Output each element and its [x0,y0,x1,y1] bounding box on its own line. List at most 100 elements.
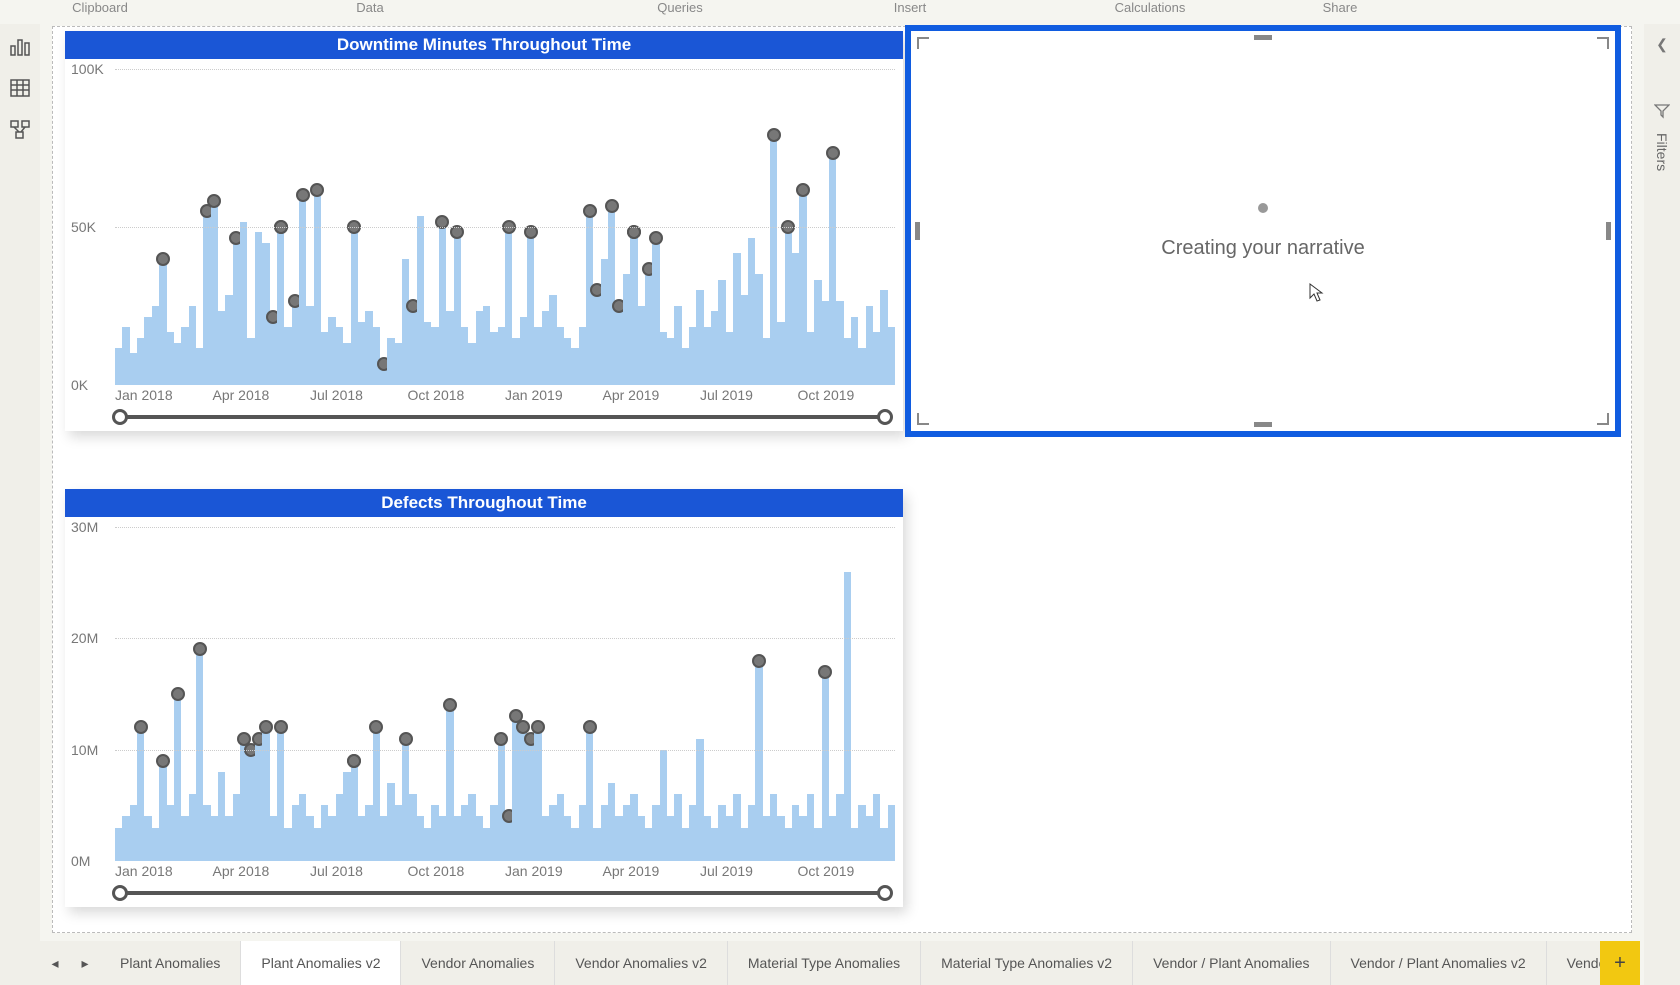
tabs-scroll-left-button[interactable]: ◂ [40,941,70,985]
page-tab[interactable]: Material Type Anomalies [728,941,921,985]
data-bar[interactable] [292,301,299,385]
data-bar[interactable] [880,828,887,861]
data-bar[interactable] [836,301,843,385]
time-range-slider[interactable] [120,415,885,419]
data-bar[interactable] [233,238,240,385]
data-bar[interactable] [284,327,291,385]
data-bar[interactable] [807,794,814,861]
data-bar[interactable] [284,828,291,861]
data-bar[interactable] [454,232,461,385]
data-bar[interactable] [866,816,873,861]
anomaly-marker-icon[interactable] [171,687,185,701]
data-bar[interactable] [196,649,203,861]
data-bar[interactable] [218,772,225,861]
data-bar[interactable] [270,317,277,385]
data-bar[interactable] [851,317,858,385]
data-bar[interactable] [652,238,659,385]
data-bar[interactable] [203,211,210,385]
data-bar[interactable] [527,739,534,861]
tabs-scroll-right-button[interactable]: ▸ [70,941,100,985]
anomaly-marker-icon[interactable] [369,720,383,734]
data-bar[interactable] [483,306,490,385]
anomaly-marker-icon[interactable] [399,732,413,746]
data-bar[interactable] [586,727,593,861]
data-bar[interactable] [880,290,887,385]
data-bar[interactable] [777,322,784,385]
anomaly-marker-icon[interactable] [531,720,545,734]
add-page-button[interactable]: + [1600,941,1640,985]
data-bar[interactable] [159,259,166,385]
data-bar[interactable] [873,794,880,861]
anomaly-marker-icon[interactable] [296,188,310,202]
data-bar[interactable] [755,661,762,861]
slider-handle-right[interactable] [877,409,893,425]
data-bar[interactable] [270,816,277,861]
data-bar[interactable] [645,828,652,861]
page-tab[interactable]: Vendor Anomalies [401,941,555,985]
anomaly-marker-icon[interactable] [310,183,324,197]
data-bar[interactable] [328,317,335,385]
data-bar[interactable] [763,816,770,861]
data-bar[interactable] [638,306,645,385]
report-canvas[interactable]: Downtime Minutes Throughout Time Jan 201… [52,26,1632,933]
data-view-icon[interactable] [8,76,32,100]
data-bar[interactable] [829,153,836,385]
data-bar[interactable] [718,280,725,385]
data-bar[interactable] [321,332,328,385]
data-bar[interactable] [476,311,483,385]
slider-handle-left[interactable] [112,409,128,425]
anomaly-marker-icon[interactable] [583,720,597,734]
data-bar[interactable] [623,805,630,861]
resize-handle-bl[interactable] [917,413,929,425]
data-bar[interactable] [336,794,343,861]
data-bar[interactable] [689,327,696,385]
data-bar[interactable] [314,828,321,861]
data-bar[interactable] [844,572,851,861]
data-bar[interactable] [814,828,821,861]
data-bar[interactable] [159,761,166,861]
anomaly-marker-icon[interactable] [649,231,663,245]
data-bar[interactable] [608,206,615,385]
data-bar[interactable] [387,783,394,861]
data-bar[interactable] [468,794,475,861]
anomaly-marker-icon[interactable] [156,252,170,266]
data-bar[interactable] [321,805,328,861]
page-tab[interactable]: Material Type Anomalies v2 [921,941,1133,985]
data-bar[interactable] [233,794,240,861]
data-bar[interactable] [733,794,740,861]
data-bar[interactable] [557,327,564,385]
data-bar[interactable] [785,828,792,861]
data-bar[interactable] [711,311,718,385]
data-bar[interactable] [122,816,129,861]
data-bar[interactable] [431,805,438,861]
data-bar[interactable] [490,805,497,861]
data-bar[interactable] [402,739,409,861]
data-bar[interactable] [586,211,593,385]
data-bar[interactable] [674,306,681,385]
data-bar[interactable] [814,280,821,385]
chevron-left-icon[interactable]: ❮ [1656,36,1668,53]
data-bar[interactable] [770,135,777,385]
data-bar[interactable] [306,816,313,861]
data-bar[interactable] [203,805,210,861]
data-bar[interactable] [211,201,218,385]
data-bar[interactable] [122,327,129,385]
data-bar[interactable] [660,750,667,861]
anomaly-marker-icon[interactable] [259,720,273,734]
anomaly-marker-icon[interactable] [826,146,840,160]
data-bar[interactable] [645,269,652,385]
data-bar[interactable] [630,232,637,385]
data-bar[interactable] [299,195,306,385]
data-bar[interactable] [115,348,122,385]
data-bar[interactable] [365,805,372,861]
data-bar[interactable] [181,816,188,861]
anomaly-marker-icon[interactable] [347,754,361,768]
data-bar[interactable] [137,727,144,861]
data-bar[interactable] [218,311,225,385]
data-bar[interactable] [358,322,365,385]
anomaly-marker-icon[interactable] [193,642,207,656]
data-bar[interactable] [785,227,792,385]
data-bar[interactable] [660,332,667,385]
data-bar[interactable] [792,253,799,385]
data-bar[interactable] [851,828,858,861]
